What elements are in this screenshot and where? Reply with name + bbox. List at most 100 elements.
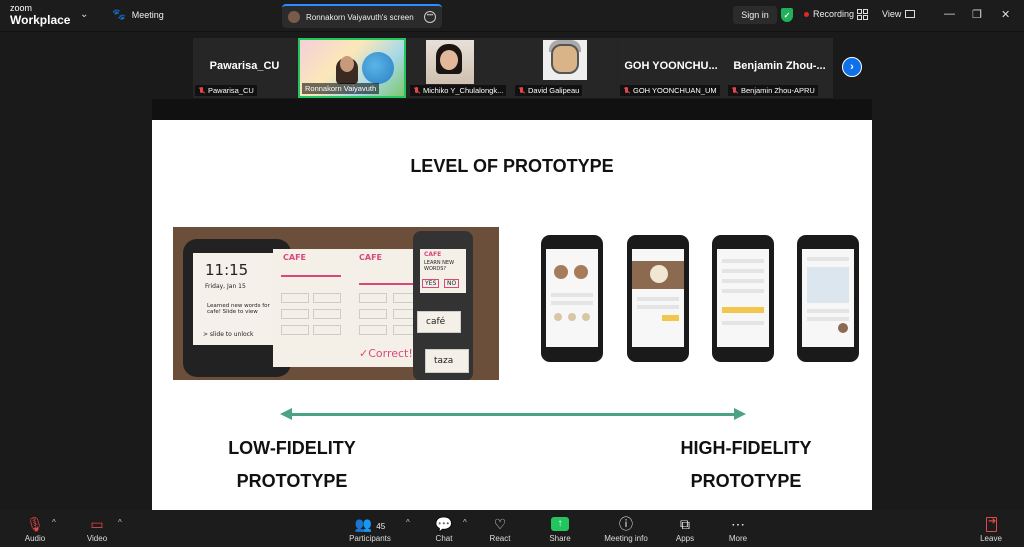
paper-yes: YES (422, 279, 440, 288)
low-fidelity-label: LOW-FIDELITY PROTOTYPE (228, 438, 356, 491)
more-options-icon[interactable]: ••• (424, 11, 436, 23)
hifi-phone-1 (541, 235, 603, 362)
next-page-button[interactable]: › (842, 57, 862, 77)
paper-card-taza: taza (425, 349, 469, 373)
participants-caret-icon[interactable]: ^ (406, 518, 410, 527)
react-label: React (489, 534, 511, 543)
minimize-icon[interactable]: — (944, 8, 955, 20)
recording-label: Recording (813, 9, 855, 19)
logo-line2: Workplace (10, 13, 71, 27)
chat-caret-icon[interactable]: ^ (463, 518, 467, 527)
paper-learn-new: LEARN NEW WORDS? (424, 260, 455, 272)
paper-cafe-word: café (426, 317, 446, 327)
participants-button[interactable]: 👥 45 Participants (345, 516, 395, 543)
participant-tile[interactable]: Benjamin Zhou-... Benjamin Zhou-APRU (726, 38, 833, 98)
paper-phone-screen: 11:15 Friday, Jan 15 Learned new words f… (193, 253, 281, 345)
paper-prototype-photo: 11:15 Friday, Jan 15 Learned new words f… (173, 227, 499, 380)
participant-label: Ronnakorn Vaiyavuth (302, 83, 380, 94)
hifi-phone-screen (717, 249, 769, 347)
participant-label: David Galipeau (515, 85, 583, 96)
paper-learned-note: Learned new words for cafe! Slide to vie… (207, 303, 270, 315)
muted-mic-icon (623, 86, 630, 95)
more-icon: ⋯ (731, 516, 745, 532)
restore-icon[interactable]: ❐ (972, 8, 982, 21)
paw-icon: 🐾 (112, 9, 126, 21)
view-button[interactable]: View (882, 9, 916, 19)
paper-taza: taza (434, 356, 454, 366)
shared-screen-tab[interactable]: Ronnakorn Vaiyavuth's screen ••• (282, 4, 442, 28)
video-caret-icon[interactable]: ^ (118, 518, 122, 527)
apps-label: Apps (675, 534, 695, 543)
security-shield-icon[interactable]: ✓ (781, 8, 793, 22)
audio-label: Audio (24, 534, 46, 543)
paper-unlock: > slide to unlock (203, 331, 254, 338)
head-graphic (551, 44, 579, 74)
hifi-phone-4 (797, 235, 859, 362)
gallery-grid-icon[interactable] (857, 9, 868, 20)
view-icon (905, 10, 916, 18)
shared-screen-title: Ronnakorn Vaiyavuth's screen (306, 12, 414, 22)
slide-top-band (152, 99, 872, 120)
view-label: View (882, 9, 902, 19)
fidelity-arrow (287, 413, 741, 416)
participant-tile[interactable]: Pawarisa_CU Pawarisa_CU (193, 38, 296, 98)
participants-label: Participants (349, 534, 391, 543)
meeting-toolbar: 🎙 Audio ^ ▭ Video ^ 👥 45 Participants ^ 💬… (0, 510, 1024, 547)
participant-name: Benjamin Zhou-... (733, 60, 826, 72)
share-label: Share (549, 534, 571, 543)
chat-button[interactable]: 💬 Chat (428, 516, 460, 543)
apps-icon: ⧉ (680, 516, 690, 532)
top-bar: zoom Workplace ⌄ 🐾 Meeting Ronnakorn Vai… (0, 0, 1024, 32)
participant-tile-active[interactable]: Ronnakorn Vaiyavuth (298, 38, 406, 98)
participant-avatar (543, 40, 587, 80)
meeting-menu[interactable]: 🐾 Meeting (112, 8, 164, 21)
paper-watch-screen: CAFE LEARN NEW WORDS? YES NO (420, 249, 466, 293)
participant-label: Pawarisa_CU (195, 85, 257, 96)
muted-mic-icon (518, 86, 525, 95)
recording-dot-icon (804, 11, 809, 17)
chevron-down-icon[interactable]: ⌄ (80, 9, 88, 20)
share-screen-icon: ↑ (551, 517, 569, 531)
zoom-logo: zoom Workplace (10, 3, 71, 27)
meeting-info-button[interactable]: ⓘ Meeting info (600, 516, 652, 543)
chat-label: Chat (435, 534, 453, 543)
meeting-info-label: Meeting info (604, 534, 648, 543)
paper-watch-cafe: CAFE (424, 251, 442, 258)
leave-icon (983, 516, 999, 532)
paper-cafe-1: CAFE (283, 253, 306, 262)
more-button[interactable]: ⋯ More (723, 516, 753, 543)
apps-button[interactable]: ⧉ Apps (670, 516, 700, 543)
audio-button[interactable]: 🎙 Audio (20, 516, 50, 543)
arrow-right-head (734, 408, 746, 420)
heart-icon: ♡ (493, 516, 507, 532)
share-button[interactable]: ↑ Share (544, 516, 576, 543)
paper-time: 11:15 (205, 261, 249, 279)
paper-correct: ✓Correct! (359, 347, 413, 360)
face-graphic (340, 56, 354, 72)
paper-cafe-2: CAFE (359, 253, 382, 262)
paper-date: Friday, Jan 15 (205, 283, 246, 290)
audio-caret-icon[interactable]: ^ (52, 518, 56, 527)
leave-button[interactable]: Leave (976, 516, 1006, 543)
muted-mic-icon (198, 86, 205, 95)
participant-tile[interactable]: Michiko Y_Chulalongk... (408, 38, 511, 98)
participant-name: GOH YOONCHU... (624, 60, 718, 72)
close-icon[interactable]: ✕ (1001, 8, 1010, 21)
earth-graphic (362, 52, 394, 84)
high-fidelity-label: HIGH-FIDELITY PROTOTYPE (680, 438, 812, 491)
video-label: Video (86, 534, 108, 543)
logo-line1: zoom (10, 3, 33, 13)
participants-icon: 👥 45 (354, 516, 386, 532)
paper-no: NO (444, 279, 460, 288)
hifi-phone-2 (627, 235, 689, 362)
sign-in-button[interactable]: Sign in (733, 6, 777, 24)
muted-mic-icon: 🎙 (26, 516, 44, 532)
react-button[interactable]: ♡ React (484, 516, 516, 543)
video-button[interactable]: ▭ Video (82, 516, 112, 543)
participant-tile[interactable]: David Galipeau (513, 38, 616, 98)
video-off-icon: ▭ (90, 516, 104, 532)
participant-video (426, 40, 474, 84)
recording-indicator[interactable]: Recording (804, 9, 854, 19)
participant-tile[interactable]: GOH YOONCHU... GOH YOONCHUAN_UM (618, 38, 724, 98)
shared-slide: LEVEL OF PROTOTYPE 11:15 Friday, Jan 15 … (152, 99, 872, 510)
